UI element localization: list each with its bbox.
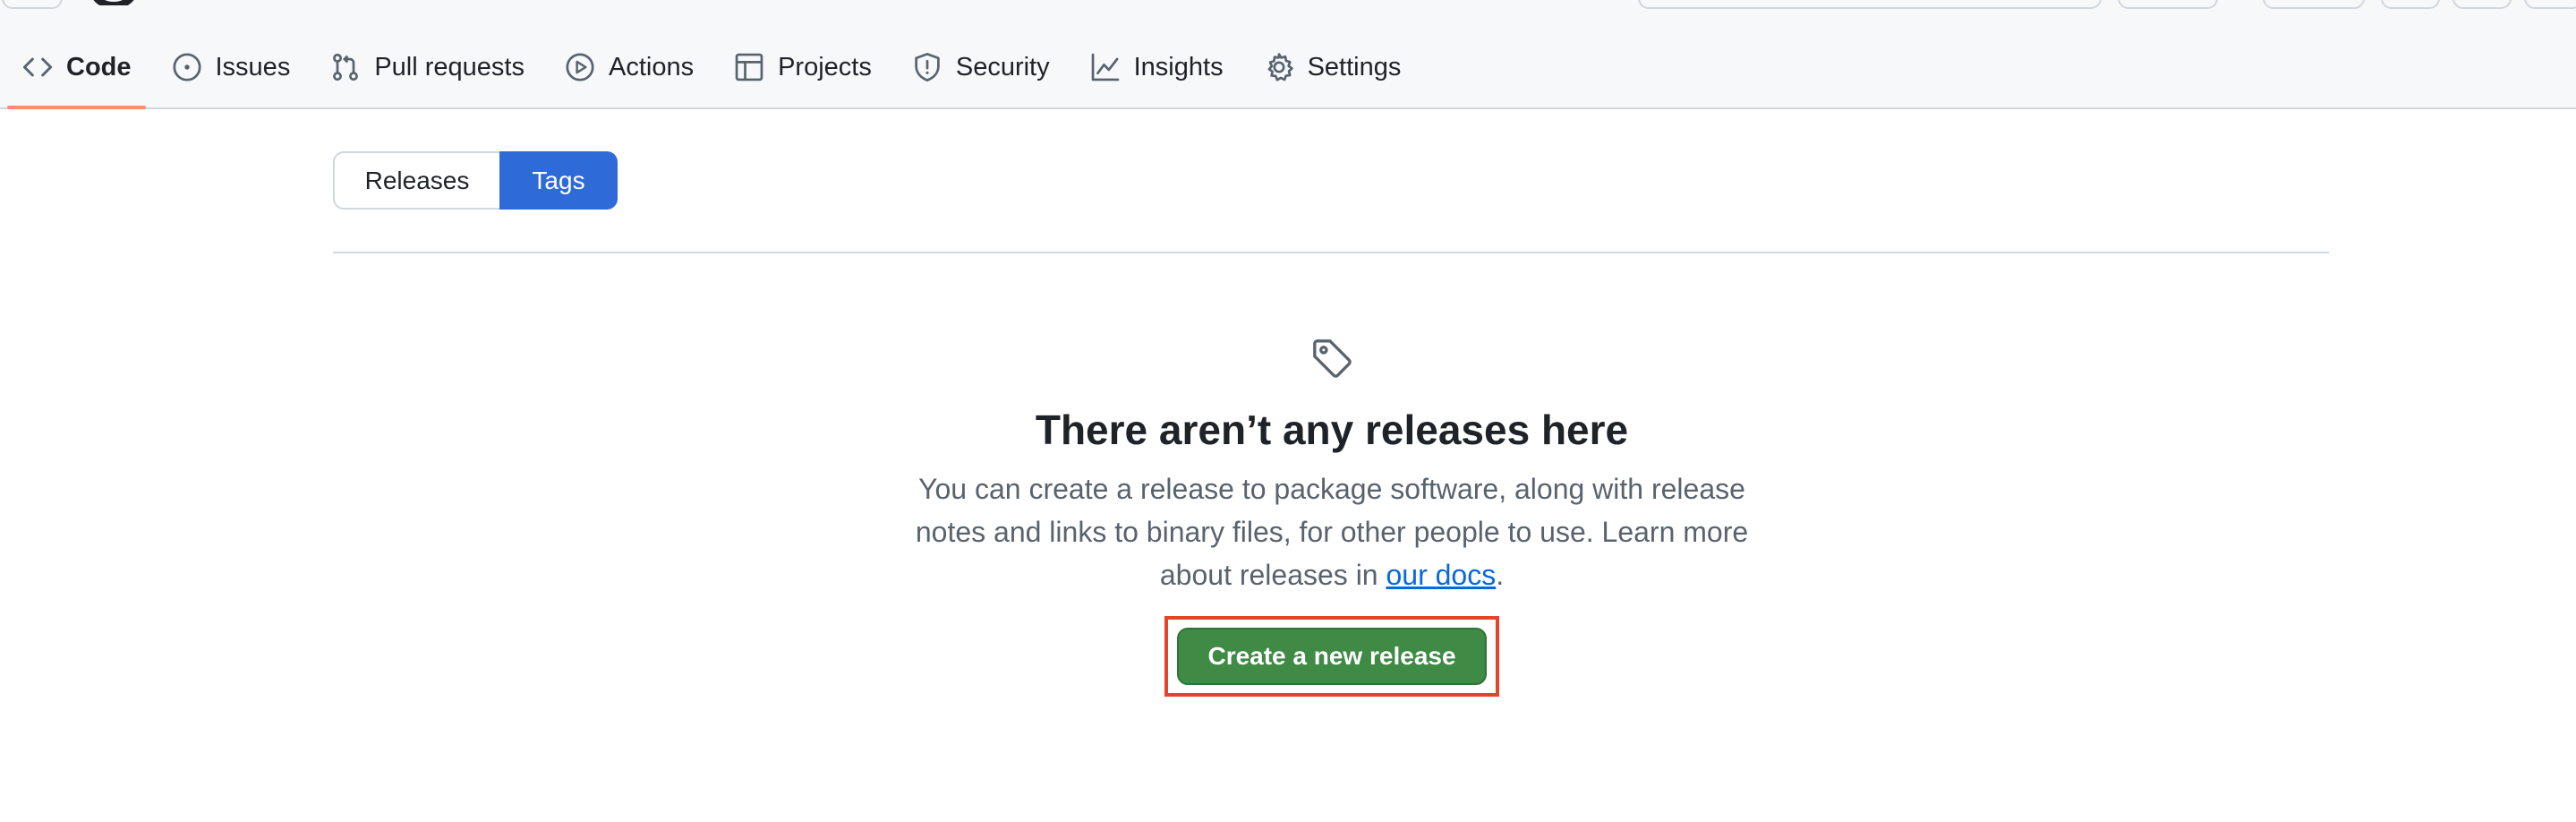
highlight-box: Create a new release [1164, 616, 1499, 698]
top-bar-button[interactable] [2524, 0, 2576, 9]
gear-icon [1263, 51, 1295, 83]
repo-nav: Code Issues Pull requests Actions Projec… [7, 36, 1426, 109]
blank-state-description: You can create a release to package soft… [884, 467, 1779, 596]
graph-icon [1089, 51, 1122, 83]
top-bar-split-button[interactable] [2118, 0, 2218, 9]
tab-label: Insights [1133, 52, 1224, 81]
tab-insights[interactable]: Insights [1075, 36, 1238, 98]
tab-label: Code [66, 52, 132, 81]
tag-icon [1309, 336, 1354, 381]
top-bar-button[interactable] [2263, 0, 2365, 9]
tab-projects[interactable]: Projects [719, 36, 886, 98]
tab-security[interactable]: Security [897, 36, 1064, 98]
description-suffix: . [1496, 559, 1505, 592]
play-icon [564, 51, 596, 83]
tab-label: Pull requests [374, 52, 525, 81]
top-bar-button[interactable] [2452, 0, 2512, 9]
repo-header: Code Issues Pull requests Actions Projec… [0, 0, 2576, 109]
description-text: You can create a release to package soft… [915, 473, 1749, 592]
tab-label: Settings [1307, 52, 1402, 81]
tab-label: Projects [778, 52, 872, 81]
tab-pull-requests[interactable]: Pull requests [315, 36, 539, 98]
releases-tags-toggle: Releases Tags [333, 151, 618, 210]
issue-opened-icon [171, 51, 203, 83]
tab-issues[interactable]: Issues [157, 36, 305, 98]
shield-icon [911, 51, 943, 83]
divider [333, 252, 2329, 253]
tags-tab-button[interactable]: Tags [499, 151, 618, 210]
tab-label: Actions [608, 52, 695, 81]
tab-settings[interactable]: Settings [1249, 36, 1416, 98]
search-box[interactable] [1638, 0, 2102, 9]
top-bar-button[interactable] [2, 0, 63, 9]
tab-code[interactable]: Code [7, 36, 146, 109]
releases-tab-button[interactable]: Releases [333, 151, 499, 210]
logo-icon [93, 0, 134, 5]
create-new-release-button[interactable]: Create a new release [1177, 628, 1487, 686]
git-pull-request-icon [329, 51, 362, 83]
code-icon [21, 51, 54, 83]
tab-label: Security [955, 52, 1050, 81]
table-icon [733, 51, 765, 83]
tab-actions[interactable]: Actions [550, 36, 708, 98]
top-bar-button[interactable] [2381, 0, 2440, 9]
blank-state: There aren’t any releases here You can c… [870, 336, 1794, 698]
tab-label: Issues [215, 52, 291, 81]
blank-state-title: There aren’t any releases here [1035, 407, 1629, 453]
docs-link[interactable]: our docs [1386, 559, 1496, 591]
